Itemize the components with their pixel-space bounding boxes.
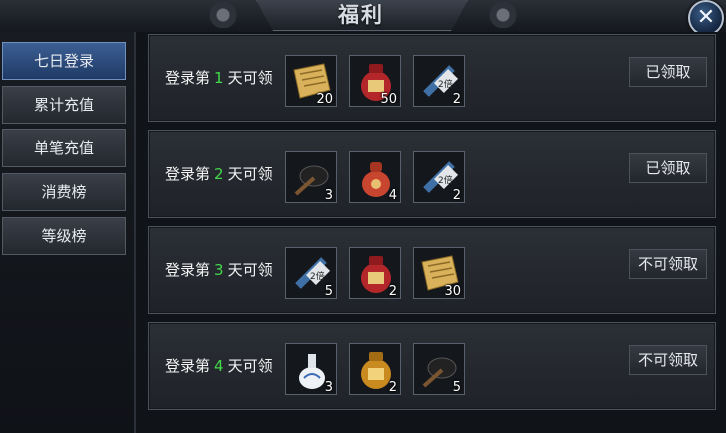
item-count: 50 [380,92,397,107]
day-prefix: 登录第 [165,357,211,375]
day-prefix: 登录第 [165,165,211,183]
item-count: 20 [316,92,333,107]
day-label: 登录第 4 天可领 [165,323,273,409]
sidebar-item-consumption-rank[interactable]: 消费榜 [2,173,126,211]
item-count: 4 [388,188,397,203]
day-suffix: 天可领 [227,261,273,279]
item-count: 2 [452,92,461,107]
day-label: 登录第 3 天可领 [165,227,273,313]
svg-text:2倍: 2倍 [438,174,453,186]
reward-item[interactable]: 2倍 5 [285,247,337,299]
claim-status-button[interactable]: 不可领取 [629,345,707,375]
reward-item[interactable]: 2倍 2 [413,55,465,107]
reward-item[interactable]: 50 [349,55,401,107]
svg-text:2倍: 2倍 [438,78,453,90]
svg-text:2倍: 2倍 [310,270,325,282]
reward-row-day-4: 登录第 4 天可领 3 2 5 不可领取 [148,322,716,410]
item-count: 2 [388,284,397,299]
item-count: 3 [324,380,333,395]
reward-item[interactable]: 3 [285,151,337,203]
day-number: 3 [214,261,224,279]
day-suffix: 天可领 [227,165,273,183]
reward-item[interactable]: 20 [285,55,337,107]
day-prefix: 登录第 [165,261,211,279]
ornament-right-icon [480,2,526,28]
title-bar: 福利 [0,0,726,33]
ornament-left-icon [200,2,246,28]
item-count: 2 [388,380,397,395]
day-label: 登录第 2 天可领 [165,131,273,217]
reward-item[interactable]: 30 [413,247,465,299]
day-suffix: 天可领 [227,69,273,87]
reward-row-day-2: 登录第 2 天可领 3 4 2倍 2 已领取 [148,130,716,218]
item-count: 5 [452,380,461,395]
close-button[interactable]: ✕ [688,0,724,36]
item-count: 3 [324,188,333,203]
item-count: 2 [452,188,461,203]
day-number: 1 [214,69,224,87]
sidebar-item-level-rank[interactable]: 等级榜 [2,217,126,255]
sidebar-item-single-recharge[interactable]: 单笔充值 [2,129,126,167]
reward-item[interactable]: 2 [349,343,401,395]
sidebar-item-cumulative-recharge[interactable]: 累计充值 [2,86,126,124]
window-title: 福利 [338,3,384,27]
reward-item[interactable]: 2 [349,247,401,299]
sidebar-item-seven-day-login[interactable]: 七日登录 [2,42,126,80]
day-suffix: 天可领 [227,357,273,375]
day-number: 2 [214,165,224,183]
day-label: 登录第 1 天可领 [165,35,273,121]
item-count: 5 [324,284,333,299]
reward-row-day-3: 登录第 3 天可领 2倍 5 2 30 不可领取 [148,226,716,314]
reward-row-day-1: 登录第 1 天可领 20 50 2倍 2 已领取 [148,34,716,122]
reward-list: 登录第 1 天可领 20 50 2倍 2 已领取 登录第 2 天可领 3 4 2倍 [136,32,726,433]
reward-item[interactable]: 4 [349,151,401,203]
claim-status-button[interactable]: 不可领取 [629,249,707,279]
reward-item[interactable]: 2倍 2 [413,151,465,203]
sidebar: 七日登录 累计充值 单笔充值 消费榜 等级榜 [0,32,136,433]
close-icon: ✕ [696,5,716,30]
item-count: 30 [444,284,461,299]
claim-status-button[interactable]: 已领取 [629,153,707,183]
day-prefix: 登录第 [165,69,211,87]
reward-item[interactable]: 5 [413,343,465,395]
day-number: 4 [214,357,224,375]
claim-status-button[interactable]: 已领取 [629,57,707,87]
reward-item[interactable]: 3 [285,343,337,395]
